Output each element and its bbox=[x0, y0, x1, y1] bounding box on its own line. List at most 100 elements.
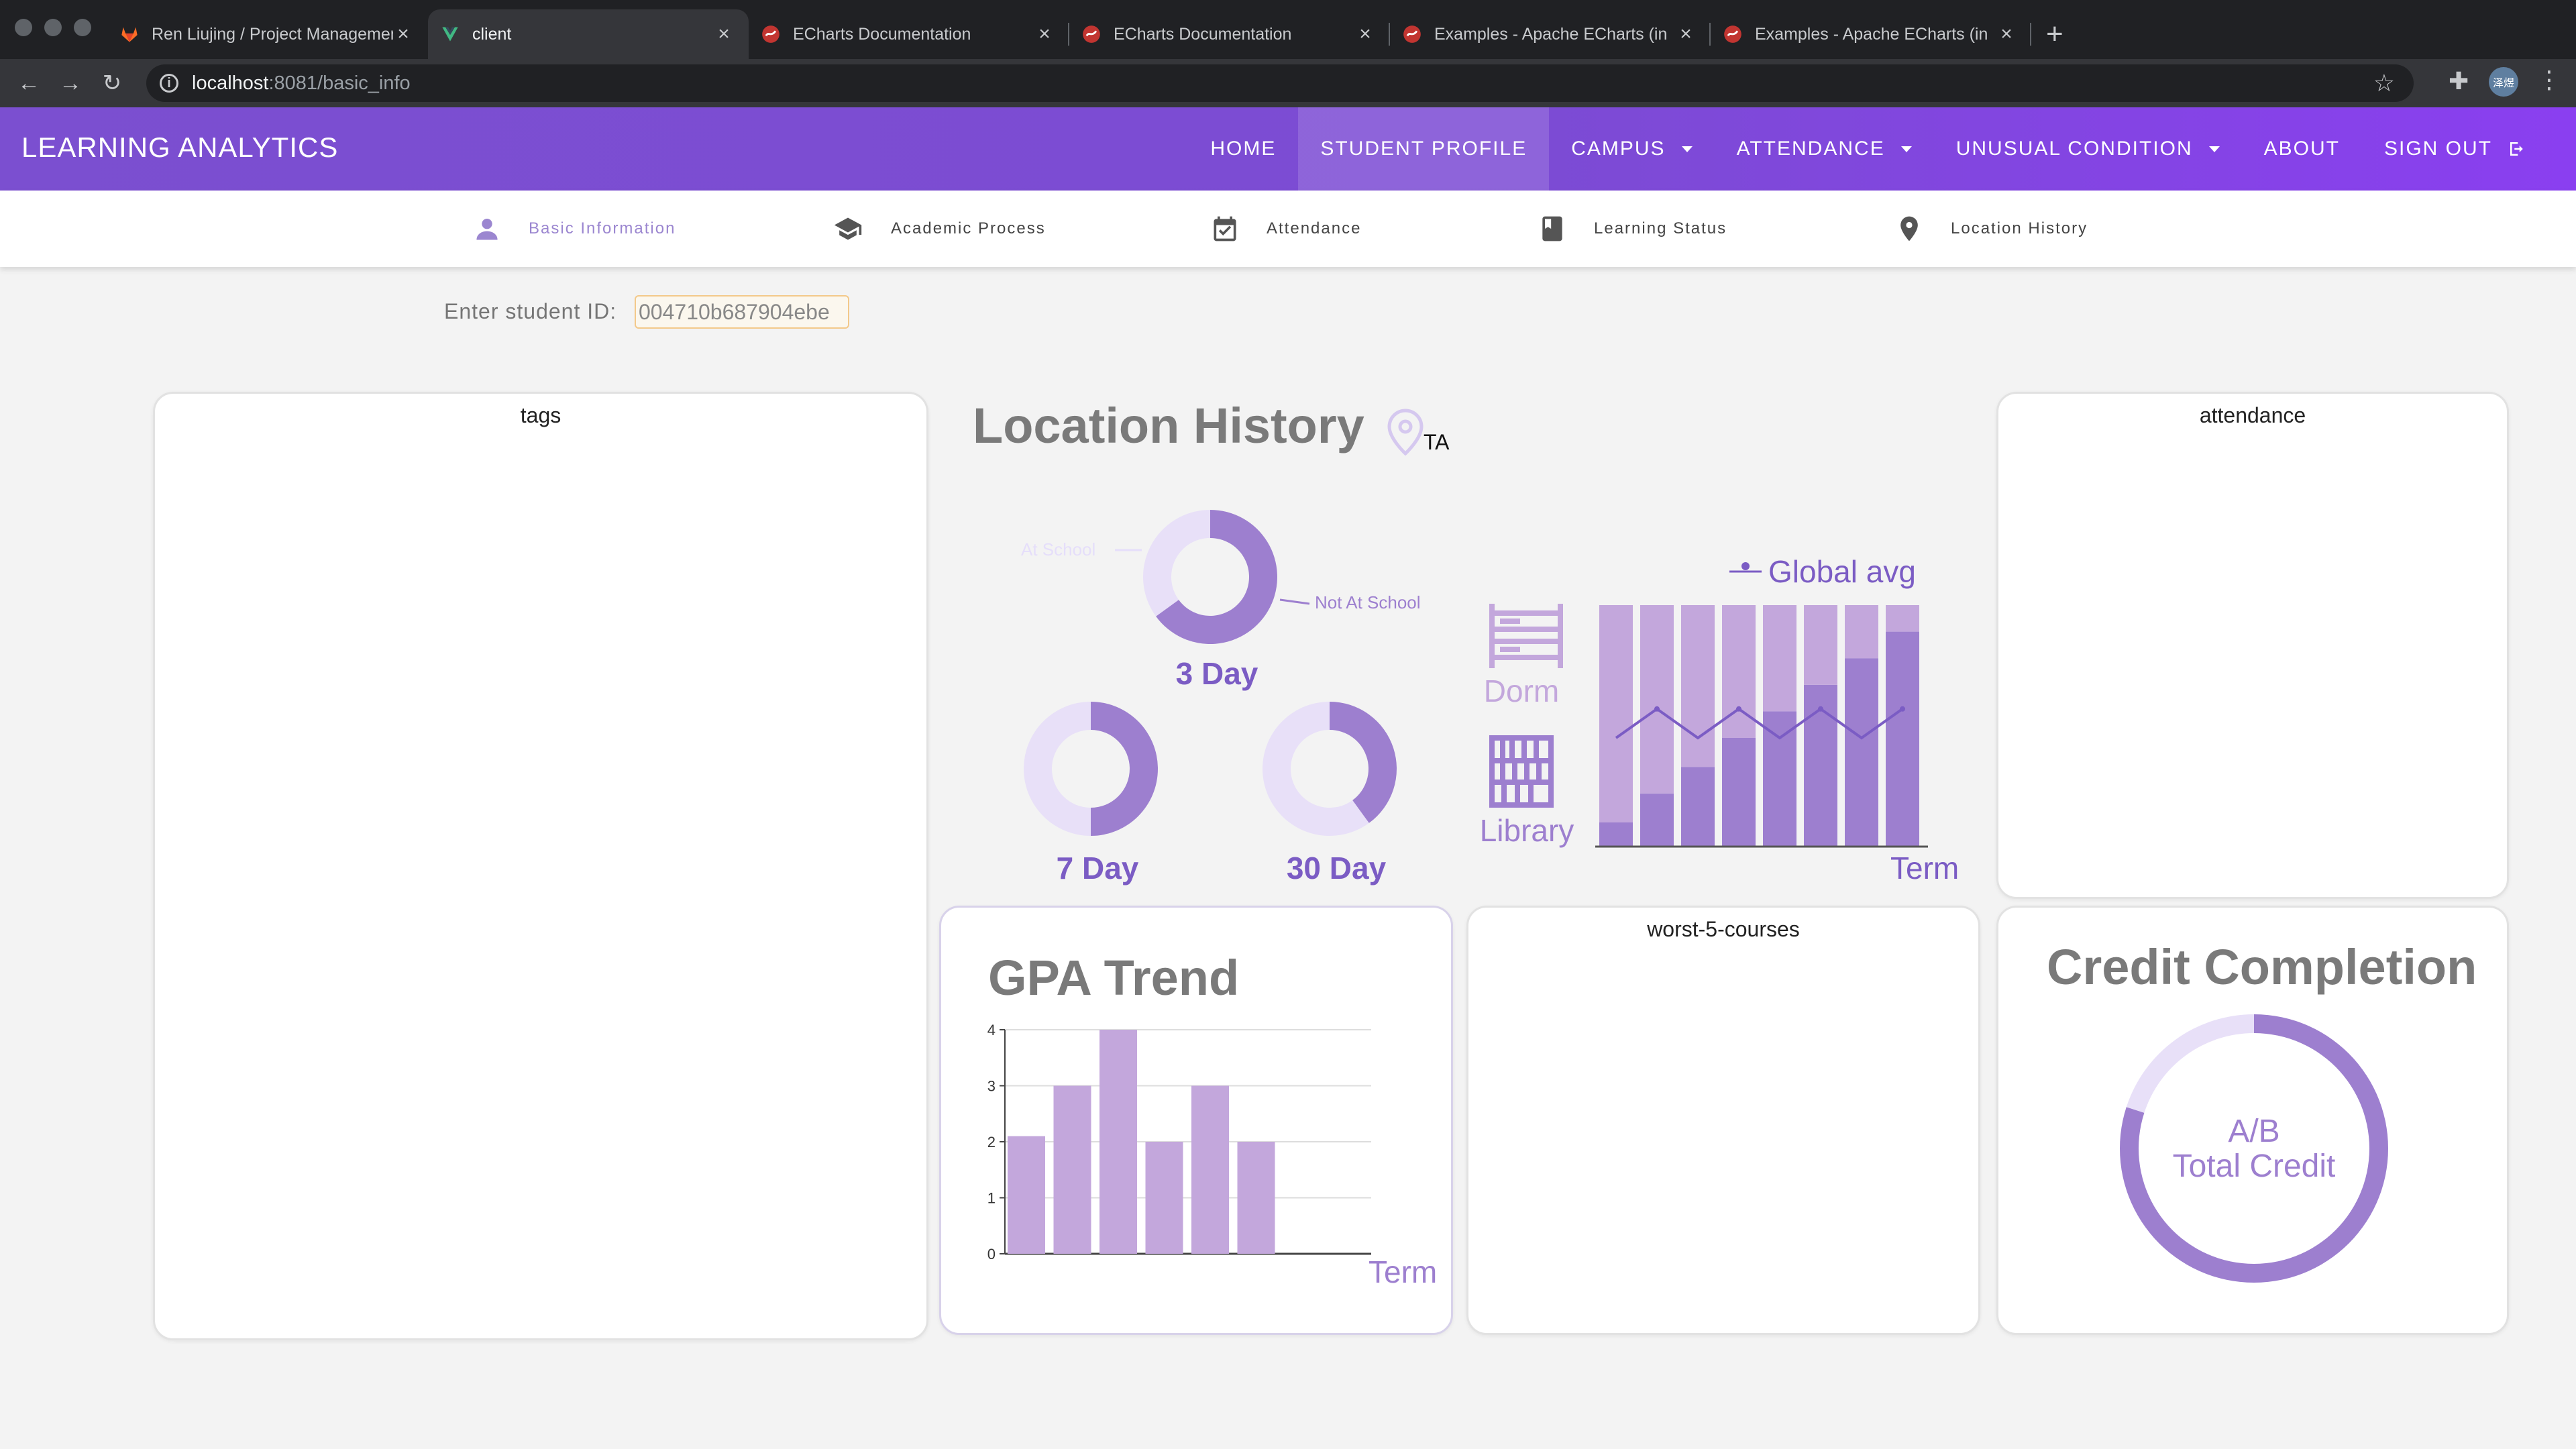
menu-item-label: STUDENT PROFILE bbox=[1320, 138, 1527, 160]
tab-title: ECharts Documentation bbox=[793, 24, 971, 44]
credit-completion-chart: A/B Total Credit bbox=[2120, 1014, 2388, 1283]
browser-menu-icon[interactable]: ⋮ bbox=[2537, 66, 2561, 94]
location-history-charts: TA At School Not At School 3 Day 7 Day 3… bbox=[1021, 409, 1959, 885]
library-label: Library bbox=[1480, 813, 1574, 848]
close-tab-icon[interactable]: × bbox=[1676, 23, 1696, 46]
new-tab-icon[interactable]: + bbox=[2046, 9, 2063, 59]
browser-tab[interactable]: ECharts Documentation × bbox=[749, 9, 1069, 59]
menu-item-student-profile[interactable]: STUDENT PROFILE bbox=[1298, 107, 1550, 191]
browser-tab[interactable]: ECharts Documentation × bbox=[1069, 9, 1390, 59]
day30-label: 30 Day bbox=[1287, 851, 1387, 885]
close-tab-icon[interactable]: × bbox=[1034, 23, 1055, 46]
menu-item-label: HOME bbox=[1210, 138, 1277, 160]
menu-item-unusual-condition[interactable]: UNUSUAL CONDITION bbox=[1934, 107, 2242, 191]
library-bar bbox=[1886, 631, 1919, 847]
subnav-label: Attendance bbox=[1267, 219, 1362, 237]
url-host: localhost bbox=[192, 72, 269, 94]
subnav-label: Academic Process bbox=[891, 219, 1046, 237]
subnav-attendance[interactable]: Attendance bbox=[1210, 191, 1361, 267]
donut-30-day bbox=[1263, 702, 1397, 836]
reload-icon[interactable]: ↻ bbox=[91, 70, 133, 97]
day3-label: 3 Day bbox=[1176, 656, 1258, 691]
app-brand[interactable]: LEARNING ANALYTICS bbox=[21, 131, 338, 164]
app-header: LEARNING ANALYTICS HOME STUDENT PROFILE CA… bbox=[0, 107, 2576, 191]
back-icon[interactable]: ← bbox=[8, 70, 50, 97]
gpa-y-tick-label: 3 bbox=[987, 1078, 996, 1095]
student-id-label: Enter student ID: bbox=[444, 299, 617, 323]
library-bar bbox=[1722, 738, 1756, 847]
echarts-icon bbox=[1723, 24, 1743, 44]
tab-title: Examples - Apache ECharts (in bbox=[1755, 24, 1988, 44]
not-at-school-leader bbox=[1279, 598, 1310, 605]
bookmark-star-icon[interactable]: ☆ bbox=[2373, 69, 2395, 97]
tab-title: client bbox=[472, 24, 512, 44]
menu-item-label: UNUSUAL CONDITION bbox=[1955, 138, 2193, 160]
browser-tab[interactable]: Examples - Apache ECharts (in × bbox=[1390, 9, 1711, 59]
credit-donut-secondary-slice bbox=[2126, 1014, 2254, 1113]
site-info-icon[interactable]: i bbox=[160, 74, 178, 93]
chevron-down-icon bbox=[1900, 146, 1912, 152]
menu-item-campus[interactable]: CAMPUS bbox=[1549, 107, 1714, 191]
minimize-window-dot[interactable] bbox=[44, 19, 62, 36]
dorm-bar bbox=[1640, 605, 1674, 794]
tags-card: tags bbox=[153, 392, 928, 1340]
profile-avatar[interactable]: 泽煜 bbox=[2489, 67, 2518, 97]
chevron-down-icon bbox=[2208, 146, 2220, 152]
echarts-icon bbox=[761, 24, 781, 44]
gpa-y-tick-label: 4 bbox=[987, 1022, 996, 1038]
sign-out-icon bbox=[2510, 142, 2523, 156]
gpa-y-tick-label: 2 bbox=[987, 1134, 996, 1150]
worst-courses-card: worst-5-courses bbox=[1466, 906, 1980, 1335]
donut-3-day-secondary-slice bbox=[1143, 510, 1210, 616]
location-history-panel: Location History TA At School Not At Sch… bbox=[939, 392, 1986, 902]
close-window-dot[interactable] bbox=[15, 19, 32, 36]
menu-item-attendance[interactable]: ATTENDANCE bbox=[1715, 107, 1934, 191]
library-bar bbox=[1845, 658, 1878, 847]
close-tab-icon[interactable]: × bbox=[1996, 23, 2017, 46]
subnav-academic-process[interactable]: Academic Process bbox=[832, 191, 1046, 267]
menu-item-label: ATTENDANCE bbox=[1736, 138, 1885, 160]
tab-title: Examples - Apache ECharts (in bbox=[1434, 24, 1668, 44]
window-controls[interactable] bbox=[15, 19, 91, 36]
attendance-title: attendance bbox=[2199, 403, 2306, 427]
menu-item-about[interactable]: ABOUT bbox=[2242, 107, 2362, 191]
credit-completion-card: Credit Completion A/B Total Credit bbox=[1996, 906, 2509, 1335]
echarts-icon bbox=[1402, 24, 1422, 44]
credit-total-label: Total Credit bbox=[2173, 1148, 2336, 1184]
menu-item-home[interactable]: HOME bbox=[1188, 107, 1298, 191]
subnav-learning-status[interactable]: Learning Status bbox=[1538, 191, 1727, 267]
close-tab-icon[interactable]: × bbox=[393, 23, 413, 46]
forward-icon[interactable]: → bbox=[50, 70, 91, 97]
bunk-bed-icon bbox=[1489, 604, 1563, 668]
library-bar bbox=[1681, 767, 1715, 847]
library-bar bbox=[1599, 822, 1633, 847]
donut-7-day-secondary-slice bbox=[1023, 702, 1091, 836]
subnav-basic-information[interactable]: Basic Information bbox=[472, 191, 676, 267]
tab-title: ECharts Documentation bbox=[1114, 24, 1292, 44]
url-input[interactable]: i localhost:8081/basic_info ☆ bbox=[146, 64, 2414, 102]
tags-title: tags bbox=[520, 403, 561, 427]
student-id-input[interactable] bbox=[635, 295, 849, 329]
echarts-icon bbox=[1081, 24, 1102, 44]
calendar-check-icon bbox=[1214, 216, 1236, 241]
dorm-bar bbox=[1599, 605, 1633, 822]
subnav-location-history[interactable]: Location History bbox=[1894, 191, 2088, 267]
gpa-trend-chart: Term 0 1 2 3 4 bbox=[987, 1022, 1437, 1289]
url-path: :8081/basic_info bbox=[268, 72, 411, 94]
gpa-bar bbox=[1053, 1085, 1091, 1254]
maximize-window-dot[interactable] bbox=[74, 19, 91, 36]
gpa-bar bbox=[1099, 1030, 1137, 1254]
gpa-bar bbox=[1237, 1142, 1275, 1254]
gpa-bar bbox=[1191, 1085, 1229, 1254]
browser-tab[interactable]: Ren Liujing / Project Management × bbox=[107, 9, 428, 59]
browser-tab[interactable]: Examples - Apache ECharts (in × bbox=[1711, 9, 2031, 59]
book-icon bbox=[1542, 216, 1562, 241]
credit-ratio-label: A/B bbox=[2228, 1114, 2279, 1149]
browser-tab[interactable]: client × bbox=[428, 9, 749, 59]
extensions-puzzle-icon[interactable]: ✚ bbox=[2449, 67, 2469, 95]
gpa-trend-card: GPA Trend Term 01234 bbox=[939, 906, 1453, 1335]
close-tab-icon[interactable]: × bbox=[714, 23, 734, 46]
attendance-card: attendance bbox=[1996, 392, 2509, 899]
close-tab-icon[interactable]: × bbox=[1355, 23, 1375, 46]
menu-item-sign-out[interactable]: SIGN OUT bbox=[2362, 107, 2549, 191]
